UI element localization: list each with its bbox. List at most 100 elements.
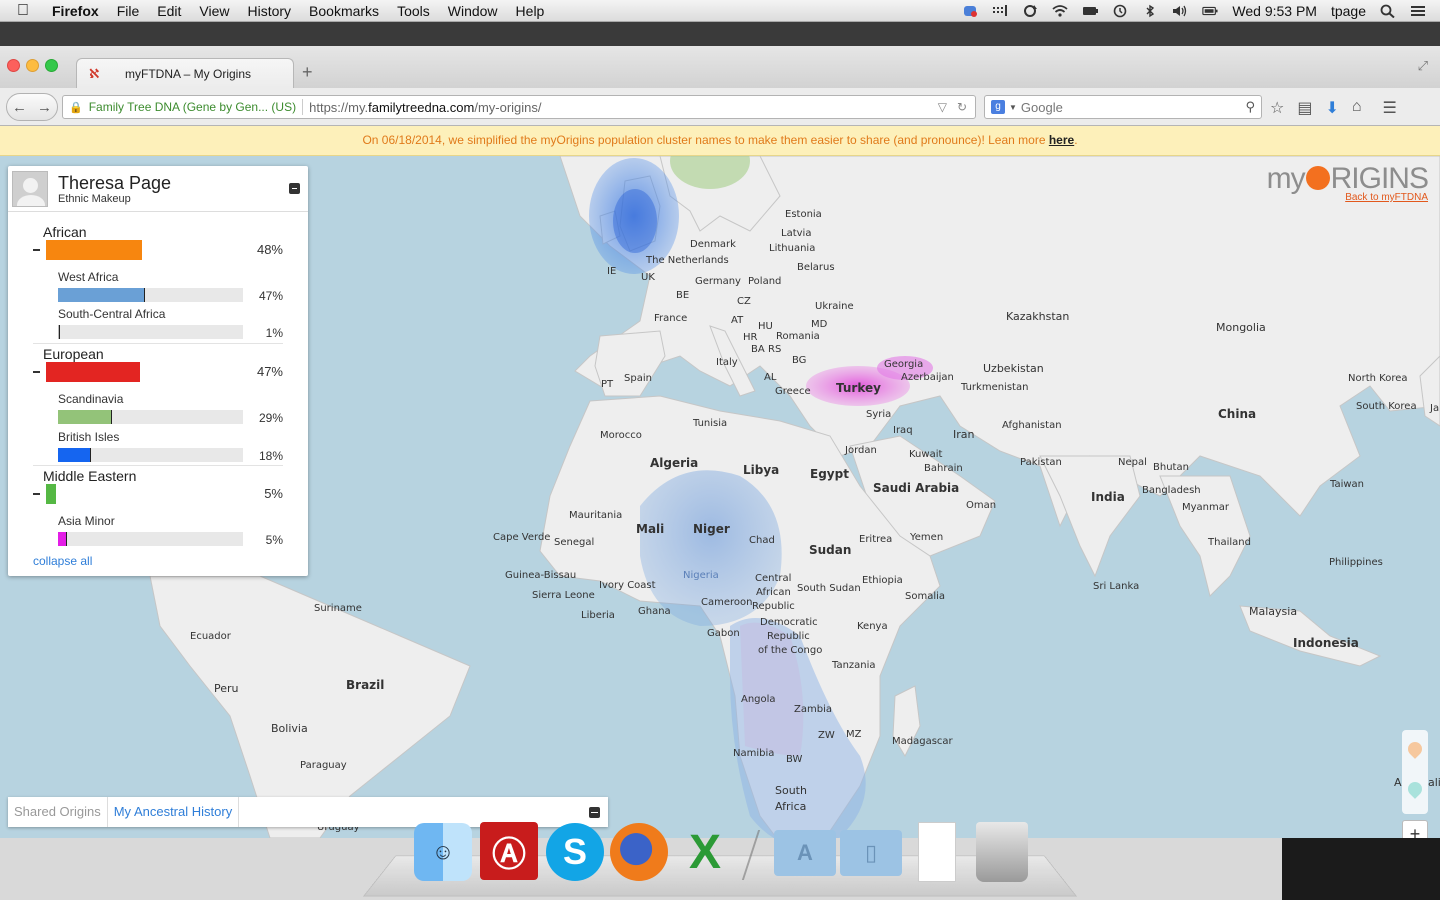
reload-icon[interactable]: ↻ xyxy=(957,100,967,114)
volume-icon[interactable] xyxy=(1165,4,1195,18)
acrobat-icon[interactable]: Ⓐ xyxy=(480,822,538,880)
sync-icon[interactable] xyxy=(1015,4,1045,18)
map-label: RS xyxy=(768,344,782,355)
banner-link[interactable]: here xyxy=(1049,133,1074,147)
map-label: Iran xyxy=(953,428,975,441)
menu-file[interactable]: File xyxy=(108,3,149,19)
user-name[interactable]: tpage xyxy=(1324,3,1373,19)
grid-status-icon[interactable] xyxy=(985,4,1015,18)
bluetooth-icon[interactable] xyxy=(1135,4,1165,18)
subgroup-bar xyxy=(58,532,68,546)
location-pin-orange-icon[interactable] xyxy=(1405,739,1425,759)
home-icon[interactable]: ⌂ xyxy=(1352,98,1362,118)
applications-folder-icon[interactable]: A xyxy=(774,830,836,876)
map-label: Oman xyxy=(966,500,997,511)
fullscreen-icon[interactable]: ⤢ xyxy=(1418,58,1428,74)
map-label: Tunisia xyxy=(693,418,728,429)
bookmarks-list-icon[interactable]: ▤ xyxy=(1297,98,1312,118)
map-label: Greece xyxy=(775,386,811,397)
map-label: Madagascar xyxy=(892,736,953,747)
url-dropdown-icon[interactable]: ▽ xyxy=(938,100,947,114)
group-collapse-toggle[interactable] xyxy=(33,371,40,373)
menu-bookmarks[interactable]: Bookmarks xyxy=(300,3,388,19)
url-text[interactable]: https://my.familytreedna.com/my-origins/ xyxy=(309,100,541,115)
location-pin-teal-icon[interactable] xyxy=(1405,779,1425,799)
browser-tab[interactable]: ℵ myFTDNA – My Origins xyxy=(76,58,294,88)
status-app-icon[interactable] xyxy=(955,4,985,18)
map-label: Romania xyxy=(776,331,820,342)
map-label: Gabon xyxy=(707,628,740,639)
notification-center-icon[interactable] xyxy=(1403,4,1440,18)
back-button[interactable]: ← xyxy=(7,99,32,116)
collapse-panel-button[interactable] xyxy=(289,183,300,194)
map-label: Saudi Arabia xyxy=(873,481,960,495)
subgroup-bar xyxy=(58,410,112,424)
menu-history[interactable]: History xyxy=(238,3,300,19)
battery-status-icon[interactable] xyxy=(1075,4,1105,18)
map-label: ZW xyxy=(818,730,835,741)
document-stack-icon[interactable] xyxy=(918,822,956,882)
ethnic-makeup-panel: Theresa Page Ethnic Makeup African 48% W… xyxy=(8,166,308,576)
subgroup-track xyxy=(58,448,243,462)
google-search-icon[interactable]: g xyxy=(991,100,1005,114)
subgroup-name[interactable]: West Africa xyxy=(58,270,283,284)
collapse-all-link[interactable]: collapse all xyxy=(33,554,92,568)
map-label: India xyxy=(1091,490,1125,504)
apple-menu-icon[interactable]:  xyxy=(0,2,46,20)
group-collapse-toggle[interactable] xyxy=(33,249,40,251)
spotlight-search-icon[interactable] xyxy=(1373,4,1403,18)
map-label: Kazakhstan xyxy=(1006,310,1070,323)
subgroup-name[interactable]: Asia Minor xyxy=(58,514,283,528)
map-label: South Korea xyxy=(1356,401,1417,412)
map-label: AT xyxy=(731,315,744,326)
menu-help[interactable]: Help xyxy=(507,3,554,19)
site-identity[interactable]: Family Tree DNA (Gene by Gen... (US) xyxy=(89,100,296,114)
downloads-icon[interactable]: ⬇ xyxy=(1325,98,1338,118)
lock-icon[interactable]: 🔒 xyxy=(69,101,83,114)
group-collapse-toggle[interactable] xyxy=(33,493,40,495)
url-separator xyxy=(302,99,304,115)
excel-icon[interactable]: X xyxy=(676,823,734,881)
map-label: Namibia xyxy=(733,748,775,759)
clock[interactable]: Wed 9:53 PM xyxy=(1225,3,1324,19)
search-icon[interactable]: ⚲ xyxy=(1245,99,1255,115)
forward-button[interactable]: → xyxy=(32,99,57,116)
trash-icon[interactable] xyxy=(976,822,1028,882)
map-label: PT xyxy=(601,379,614,390)
menu-tools[interactable]: Tools xyxy=(388,3,439,19)
battery-icon[interactable] xyxy=(1195,4,1225,18)
time-machine-icon[interactable] xyxy=(1105,4,1135,18)
map-label: Liberia xyxy=(581,610,615,621)
subgroup-name[interactable]: South-Central Africa xyxy=(58,307,283,321)
firefox-icon[interactable] xyxy=(610,823,668,881)
url-bar[interactable]: 🔒 Family Tree DNA (Gene by Gen... (US) h… xyxy=(62,95,976,119)
menu-firefox[interactable]: Firefox xyxy=(46,3,108,19)
search-bar[interactable]: g ▼ Google ⚲ xyxy=(984,95,1262,119)
minimize-window-button[interactable] xyxy=(26,59,39,72)
subgroup-track xyxy=(58,532,243,546)
zoom-window-button[interactable] xyxy=(45,59,58,72)
map-label: Lithuania xyxy=(769,243,816,254)
subgroup-west-africa: West Africa 47% xyxy=(58,270,283,303)
finder-icon[interactable]: ☺ xyxy=(414,823,472,881)
menu-edit[interactable]: Edit xyxy=(148,3,190,19)
map-label: BW xyxy=(786,754,803,765)
map-label: Iraq xyxy=(893,425,913,436)
collapse-tabs-button[interactable] xyxy=(589,806,600,818)
new-tab-button[interactable]: + xyxy=(302,62,313,83)
subgroup-name[interactable]: British Isles xyxy=(58,430,283,444)
menu-view[interactable]: View xyxy=(190,3,238,19)
menu-window[interactable]: Window xyxy=(439,3,507,19)
close-window-button[interactable] xyxy=(7,59,20,72)
map-label: Somalia xyxy=(905,591,946,602)
logo-dot-icon xyxy=(1305,166,1330,190)
documents-folder-icon[interactable]: ▯ xyxy=(840,830,902,876)
wifi-icon[interactable] xyxy=(1045,4,1075,18)
menu-hamburger-icon[interactable]: ☰ xyxy=(1383,98,1397,118)
search-engine-dropdown-icon[interactable]: ▼ xyxy=(1009,103,1017,112)
skype-icon[interactable]: S xyxy=(546,823,604,881)
map-label: Nigeria xyxy=(683,570,719,581)
subgroup-name[interactable]: Scandinavia xyxy=(58,392,283,406)
group-percent: 47% xyxy=(256,364,283,379)
bookmark-star-icon[interactable]: ☆ xyxy=(1270,98,1284,118)
